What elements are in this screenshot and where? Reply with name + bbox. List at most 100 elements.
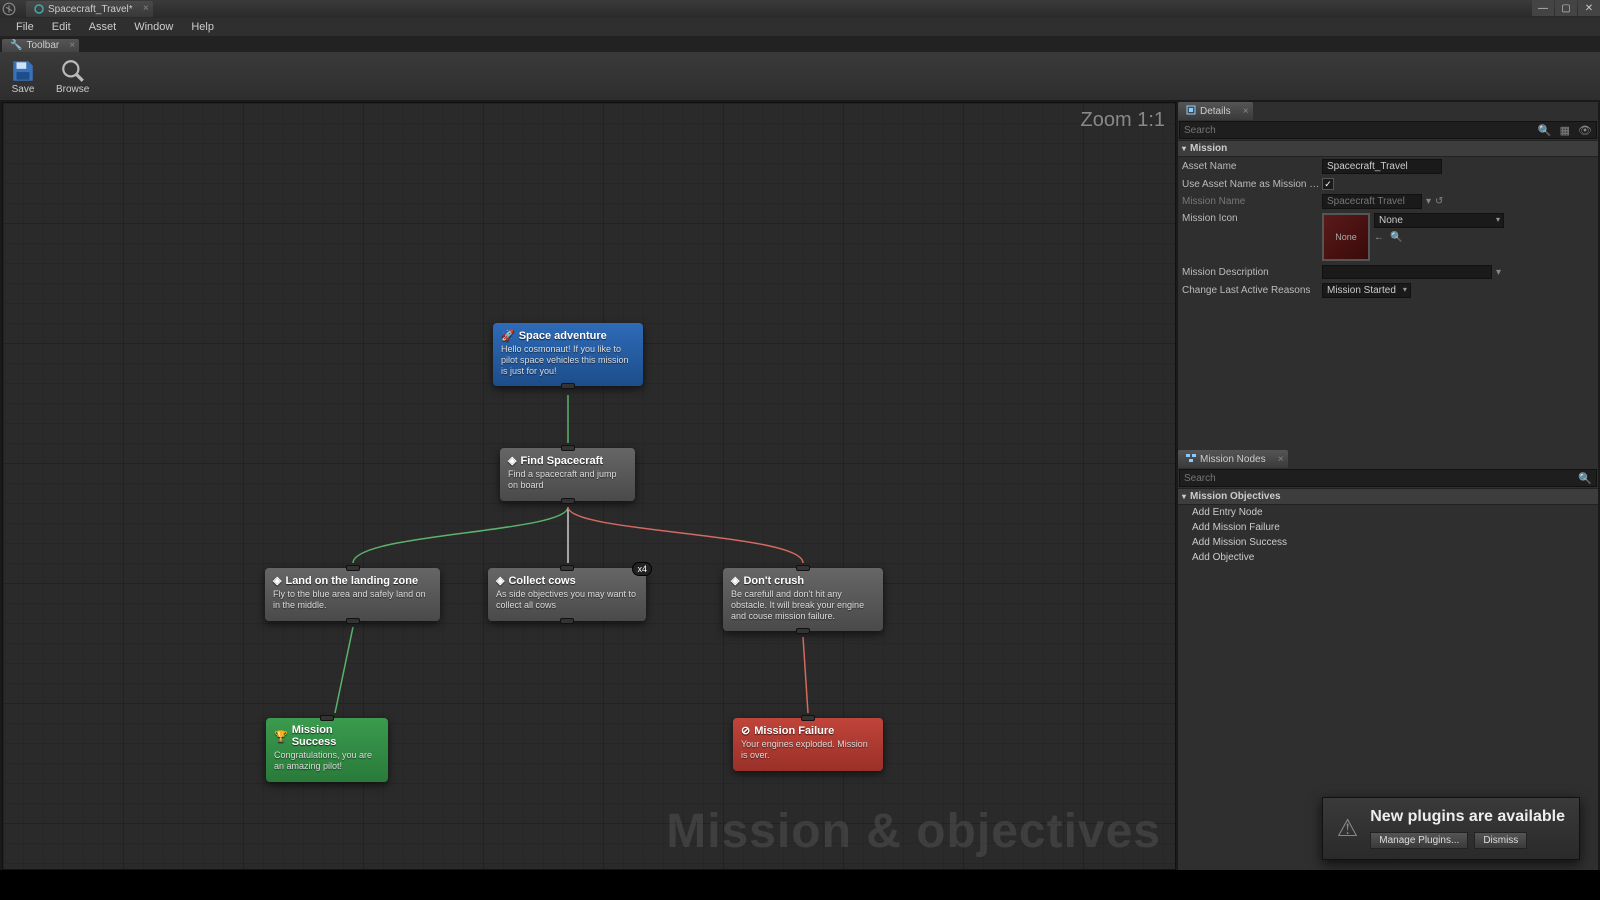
- details-section-mission[interactable]: ▾ Mission: [1178, 140, 1598, 157]
- window-maximize-button[interactable]: ▢: [1555, 0, 1577, 16]
- node-failure-desc: Your engines exploded. Mission is over.: [741, 739, 875, 761]
- node-output-pin[interactable]: [560, 618, 574, 624]
- warning-icon: ⚠: [1337, 814, 1359, 843]
- save-label: Save: [12, 84, 35, 95]
- node-land[interactable]: ◈Land on the landing zone Fly to the blu…: [265, 568, 440, 621]
- node-find-spacecraft[interactable]: ◈Find Spacecraft Find a spacecraft and j…: [500, 448, 635, 501]
- search-icon[interactable]: 🔍: [1534, 124, 1556, 137]
- node-output-pin[interactable]: [561, 383, 575, 389]
- toolbar-tab[interactable]: 🔧 Toolbar ×: [2, 39, 79, 52]
- node-mission-failure[interactable]: ⊘Mission Failure Your engines exploded. …: [733, 718, 883, 771]
- node-collect-cows[interactable]: x4 ◈Collect cows As side objectives you …: [488, 568, 646, 621]
- triangle-down-icon: ▾: [1182, 492, 1186, 501]
- manage-plugins-button[interactable]: Manage Plugins...: [1370, 832, 1468, 849]
- save-button[interactable]: Save: [6, 56, 40, 97]
- menu-help[interactable]: Help: [183, 19, 222, 35]
- failure-icon: ⊘: [741, 724, 750, 737]
- toolbar-tab-label: Toolbar: [26, 40, 59, 51]
- dismiss-button[interactable]: Dismiss: [1474, 832, 1527, 849]
- prop-change-reason: Change Last Active Reasons Mission Start…: [1178, 281, 1598, 300]
- save-icon: [10, 58, 36, 84]
- details-icon: [1186, 105, 1196, 118]
- prop-use-asset-name: Use Asset Name as Mission Na ✓: [1178, 176, 1598, 192]
- trophy-icon: 🏆: [274, 730, 288, 743]
- window-close-button[interactable]: ✕: [1578, 0, 1600, 16]
- document-tab[interactable]: Spacecraft_Travel* ×: [26, 1, 153, 17]
- change-reason-dropdown[interactable]: Mission Started: [1322, 283, 1411, 298]
- tab-label: Spacecraft_Travel*: [48, 4, 133, 15]
- node-mission-success[interactable]: 🏆Mission Success Congratulations, you ar…: [266, 718, 388, 782]
- tab-icon: [34, 4, 44, 14]
- prop-mission-name: Mission Name Spacecraft Travel ▾ ↺: [1178, 192, 1598, 211]
- eye-icon[interactable]: 👁: [1574, 124, 1596, 137]
- node-dont-crush[interactable]: ◈Don't crush Be carefull and don't hit a…: [723, 568, 883, 631]
- bottom-bar: [0, 870, 1600, 900]
- notification-header: New plugins are available: [1370, 808, 1565, 826]
- nodes-icon: [1186, 453, 1196, 466]
- dropdown-arrow-icon[interactable]: ▾: [1426, 196, 1431, 207]
- search-icon[interactable]: 🔍: [1574, 472, 1596, 485]
- browse-button[interactable]: Browse: [52, 56, 93, 97]
- node-input-pin[interactable]: [320, 715, 334, 721]
- node-input-pin[interactable]: [561, 445, 575, 451]
- menu-edit[interactable]: Edit: [44, 19, 79, 35]
- node-land-desc: Fly to the blue area and safely land on …: [273, 589, 432, 611]
- objective-icon: ◈: [731, 574, 739, 587]
- node-input-pin[interactable]: [560, 565, 574, 571]
- window-minimize-button[interactable]: —: [1532, 0, 1554, 16]
- use-asset-name-checkbox[interactable]: ✓: [1322, 178, 1334, 190]
- mission-nodes-tab[interactable]: Mission Nodes ×: [1178, 450, 1288, 468]
- details-tab-label: Details: [1200, 106, 1231, 117]
- objective-icon: ◈: [508, 454, 516, 467]
- node-find-desc: Find a spacecraft and jump on board: [508, 469, 627, 491]
- mission-nodes-search[interactable]: 🔍: [1179, 469, 1597, 487]
- details-search[interactable]: 🔍 ▦ 👁: [1179, 121, 1597, 139]
- details-search-input[interactable]: [1180, 125, 1534, 136]
- node-output-pin[interactable]: [346, 618, 360, 624]
- mission-name-field[interactable]: Spacecraft Travel: [1322, 194, 1422, 209]
- details-panel: Details × 🔍 ▦ 👁 ▾ Mission Asset Name Spa…: [1178, 102, 1598, 450]
- details-tab[interactable]: Details ×: [1178, 102, 1253, 120]
- menu-window[interactable]: Window: [126, 19, 181, 35]
- add-mission-success-item[interactable]: Add Mission Success: [1178, 535, 1598, 550]
- zoom-indicator: Zoom 1:1: [1081, 109, 1165, 132]
- browse-asset-icon[interactable]: 🔍: [1390, 232, 1402, 243]
- node-input-pin[interactable]: [796, 565, 810, 571]
- add-objective-item[interactable]: Add Objective: [1178, 550, 1598, 565]
- plugins-notification: ⚠ New plugins are available Manage Plugi…: [1322, 797, 1580, 860]
- use-selected-icon[interactable]: ←: [1374, 232, 1384, 243]
- wrench-icon: 🔧: [10, 40, 22, 51]
- mission-icon-thumbnail[interactable]: None: [1322, 213, 1370, 261]
- mission-icon-dropdown[interactable]: None: [1374, 213, 1504, 228]
- mission-graph-canvas[interactable]: Zoom 1:1 Mission & objectives 🚀Space adv…: [2, 102, 1176, 870]
- node-output-pin[interactable]: [796, 628, 810, 634]
- mission-objectives-section[interactable]: ▾ Mission Objectives: [1178, 488, 1598, 505]
- add-entry-node-item[interactable]: Add Entry Node: [1178, 505, 1598, 520]
- dropdown-arrow-icon[interactable]: ▾: [1496, 267, 1501, 278]
- menu-bar: File Edit Asset Window Help: [0, 18, 1600, 36]
- toolbar: Save Browse: [0, 52, 1600, 100]
- prop-asset-name: Asset Name Spacecraft_Travel: [1178, 157, 1598, 176]
- add-mission-failure-item[interactable]: Add Mission Failure: [1178, 520, 1598, 535]
- objective-icon: ◈: [273, 574, 281, 587]
- node-entry[interactable]: 🚀Space adventure Hello cosmonaut! If you…: [493, 323, 643, 386]
- node-output-pin[interactable]: [561, 498, 575, 504]
- objective-icon: ◈: [496, 574, 504, 587]
- mission-description-field[interactable]: [1322, 265, 1492, 279]
- view-options-icon[interactable]: ▦: [1556, 124, 1574, 137]
- node-crush-desc: Be carefull and don't hit any obstacle. …: [731, 589, 875, 621]
- menu-asset[interactable]: Asset: [81, 19, 125, 35]
- mission-nodes-tab-close-icon[interactable]: ×: [1278, 454, 1284, 465]
- details-tab-close-icon[interactable]: ×: [1243, 106, 1249, 117]
- engine-logo-icon: [0, 0, 18, 18]
- menu-file[interactable]: File: [8, 19, 42, 35]
- asset-name-field[interactable]: Spacecraft_Travel: [1322, 159, 1442, 174]
- tab-close-icon[interactable]: ×: [143, 3, 149, 14]
- node-input-pin[interactable]: [801, 715, 815, 721]
- triangle-down-icon: ▾: [1182, 144, 1186, 153]
- prop-mission-description: Mission Description ▾: [1178, 263, 1598, 281]
- mission-nodes-search-input[interactable]: [1180, 473, 1574, 484]
- toolbar-tab-close-icon[interactable]: ×: [69, 40, 75, 51]
- node-input-pin[interactable]: [346, 565, 360, 571]
- reset-icon[interactable]: ↺: [1435, 196, 1443, 207]
